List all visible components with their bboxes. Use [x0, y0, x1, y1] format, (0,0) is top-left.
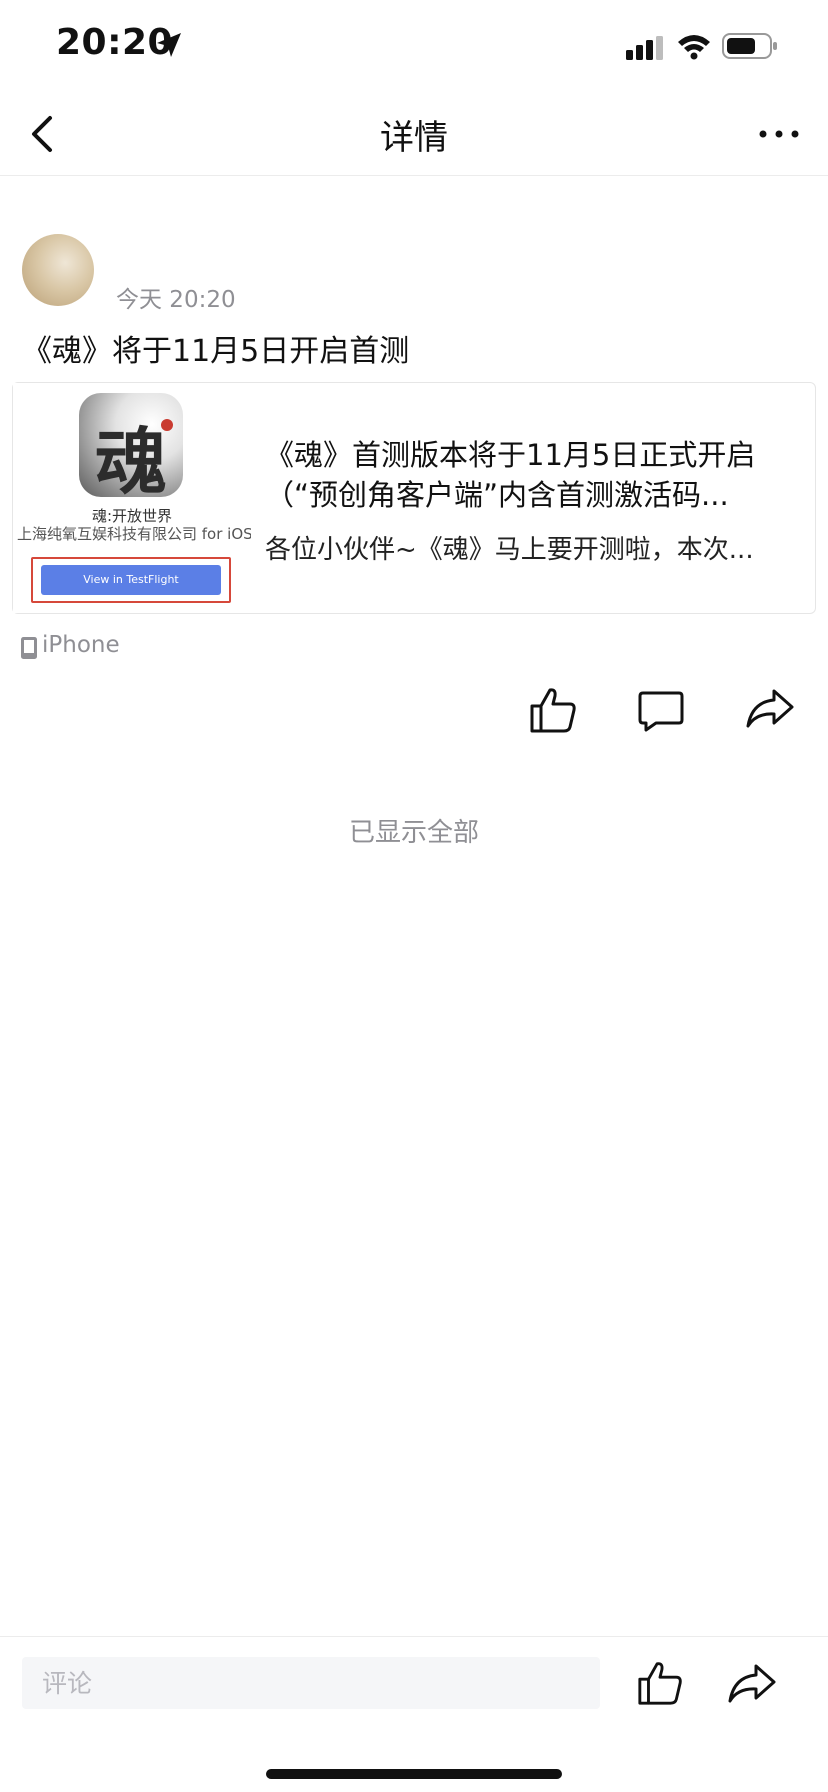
share-icon[interactable]	[746, 688, 794, 728]
avatar[interactable]	[22, 234, 94, 306]
share-icon[interactable]	[728, 1663, 776, 1703]
phone-icon	[21, 637, 37, 659]
signal-icon	[626, 36, 663, 60]
more-dots-icon[interactable]	[758, 128, 800, 140]
battery-icon	[722, 33, 777, 59]
device-label: iPhone	[42, 632, 120, 658]
status-bar: 20:20	[0, 0, 828, 92]
link-card[interactable]: 魂 魂:开放世界 上海纯氧互娱科技有限公司 for iOS View in Te…	[12, 382, 816, 614]
app-company: 上海纯氧互娱科技有限公司 for iOS	[17, 525, 251, 543]
bottom-bar	[0, 1636, 828, 1792]
comment-icon[interactable]	[638, 690, 684, 732]
app-icon-accent	[161, 419, 173, 431]
feed-end-text: 已显示全部	[348, 818, 479, 848]
wifi-icon	[678, 35, 710, 60]
like-icon[interactable]	[636, 1659, 684, 1707]
like-icon[interactable]	[528, 686, 578, 734]
link-card-title: 《魂》首测版本将于11月5日正式开启（“预创角客户端”内含首测激活码...	[265, 438, 756, 512]
location-arrow-icon	[157, 33, 181, 57]
page-title: 详情	[380, 118, 448, 158]
link-card-thumbnail: 魂 魂:开放世界 上海纯氧互娱科技有限公司 for iOS View in Te…	[13, 383, 251, 613]
testflight-button: View in TestFlight	[41, 565, 221, 595]
app-icon: 魂	[79, 393, 183, 497]
app-icon-glyph: 魂	[94, 419, 167, 497]
testflight-highlight-frame: View in TestFlight	[31, 557, 231, 603]
comment-input[interactable]	[22, 1657, 600, 1709]
post-timestamp: 今天 20:20	[116, 287, 236, 313]
nav-bar: 详情	[0, 92, 828, 176]
link-card-description: 各位小伙伴~《魂》马上要开测啦，本次...	[265, 535, 754, 565]
post-text: 《魂》将于11月5日开启首测	[22, 334, 410, 369]
home-indicator[interactable]	[266, 1769, 562, 1779]
